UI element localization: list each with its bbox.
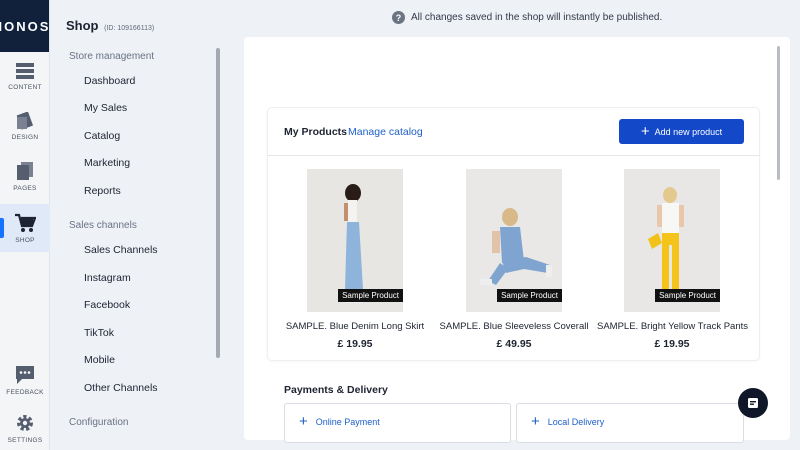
plus-icon: + (531, 413, 540, 430)
product-name[interactable]: SAMPLE. Blue Denim Long Skirt (280, 321, 430, 332)
sidebar-item-tiktok[interactable]: TikTok (84, 327, 114, 339)
sidebar-item-reports[interactable]: Reports (84, 185, 121, 197)
sidebar-item-mobile[interactable]: Mobile (84, 354, 115, 366)
my-products-card: My Products Manage catalog + Add new pro… (268, 108, 759, 360)
online-payment-label: Online Payment (315, 416, 380, 427)
shop-title-text: Shop (66, 18, 99, 33)
rail-label: FEEDBACK (6, 388, 44, 396)
chat-assistant-button[interactable] (738, 388, 768, 418)
sidebar-scrollbar[interactable] (216, 48, 220, 358)
manage-catalog-link[interactable]: Manage catalog (348, 126, 423, 138)
settings-gear-icon (17, 414, 33, 431)
plus-icon: + (640, 123, 650, 140)
rail-item-shop[interactable]: SHOP (0, 204, 50, 252)
design-icon (16, 111, 34, 130)
plus-icon: + (299, 413, 308, 430)
add-button-label: Add new product (654, 126, 723, 137)
product-name[interactable]: SAMPLE. Blue Sleeveless Coverall (439, 321, 589, 332)
payments-delivery-title: Payments & Delivery (284, 384, 388, 396)
notice-text: All changes saved in the shop will insta… (411, 12, 663, 23)
main-scrollbar[interactable] (777, 46, 780, 180)
add-new-product-button[interactable]: + Add new product (619, 119, 744, 144)
product-price: £ 19.95 (337, 338, 373, 350)
sample-product-badge: Sample Product (655, 289, 720, 302)
section-sales-channels: Sales channels (69, 220, 137, 231)
product-card[interactable]: Sample Product SAMPLE. Blue Denim Long S… (280, 169, 430, 350)
icon-rail: IONOS CONTENT DESIGN PAGES SHOP FEEDBACK… (0, 0, 50, 450)
content-icon (16, 62, 34, 79)
product-image[interactable]: Sample Product (466, 169, 562, 312)
product-name[interactable]: SAMPLE. Bright Yellow Track Pants (597, 321, 748, 332)
rail-item-feedback[interactable]: FEEDBACK (0, 356, 50, 404)
local-delivery-action[interactable]: + Local Delivery (531, 414, 604, 429)
rail-item-pages[interactable]: PAGES (0, 152, 50, 200)
sample-product-badge: Sample Product (497, 289, 562, 302)
sidebar-item-my-sales[interactable]: My Sales (84, 102, 127, 114)
rail-label: SETTINGS (7, 436, 43, 444)
rail-label: DESIGN (11, 133, 39, 141)
sidebar-item-other-channels[interactable]: Other Channels (84, 382, 158, 394)
rail-label: PAGES (13, 184, 37, 192)
sidebar-item-marketing[interactable]: Marketing (84, 157, 130, 169)
shop-cart-icon (15, 213, 36, 232)
product-card[interactable]: Sample Product SAMPLE. Bright Yellow Tra… (597, 169, 748, 350)
ionos-logo: IONOS (0, 0, 49, 52)
product-price: £ 19.95 (654, 338, 690, 350)
my-products-title: My Products (284, 126, 348, 138)
rail-item-settings[interactable]: SETTINGS (0, 404, 50, 450)
publish-notice: ? All changes saved in the shop will ins… (392, 11, 662, 24)
sidebar-item-facebook[interactable]: Facebook (84, 299, 130, 311)
product-image[interactable]: Sample Product (307, 169, 403, 312)
section-configuration: Configuration (69, 417, 129, 428)
sidebar-item-sales-channels[interactable]: Sales Channels (84, 244, 158, 256)
local-delivery-label: Local Delivery (547, 416, 605, 427)
product-card[interactable]: Sample Product SAMPLE. Blue Sleeveless C… (439, 169, 589, 350)
chat-icon (748, 398, 758, 408)
shop-sidebar: Shop (ID: 109166113) Store management Da… (50, 0, 222, 450)
sample-product-badge: Sample Product (338, 289, 403, 302)
rail-label: SHOP (15, 236, 35, 244)
shop-title: Shop (ID: 109166113) (66, 18, 154, 33)
card-header: My Products Manage catalog + Add new pro… (268, 108, 759, 156)
section-store-management: Store management (69, 51, 155, 62)
shop-id: (ID: 109166113) (104, 25, 155, 32)
online-payment-option[interactable]: + Online Payment (284, 403, 511, 443)
help-question-icon[interactable]: ? (392, 11, 405, 24)
rail-label: CONTENT (8, 83, 42, 91)
sidebar-item-dashboard[interactable]: Dashboard (84, 75, 135, 87)
feedback-icon (16, 365, 34, 384)
online-payment-action[interactable]: + Online Payment (299, 414, 380, 429)
sidebar-item-catalog[interactable]: Catalog (84, 130, 120, 142)
rail-item-content[interactable]: CONTENT (0, 52, 50, 100)
pages-icon (17, 161, 33, 180)
rail-item-design[interactable]: DESIGN (0, 102, 50, 150)
local-delivery-option[interactable]: + Local Delivery (516, 403, 744, 443)
sidebar-item-instagram[interactable]: Instagram (84, 272, 131, 284)
product-image[interactable]: Sample Product (624, 169, 720, 312)
product-price: £ 49.95 (496, 338, 532, 350)
